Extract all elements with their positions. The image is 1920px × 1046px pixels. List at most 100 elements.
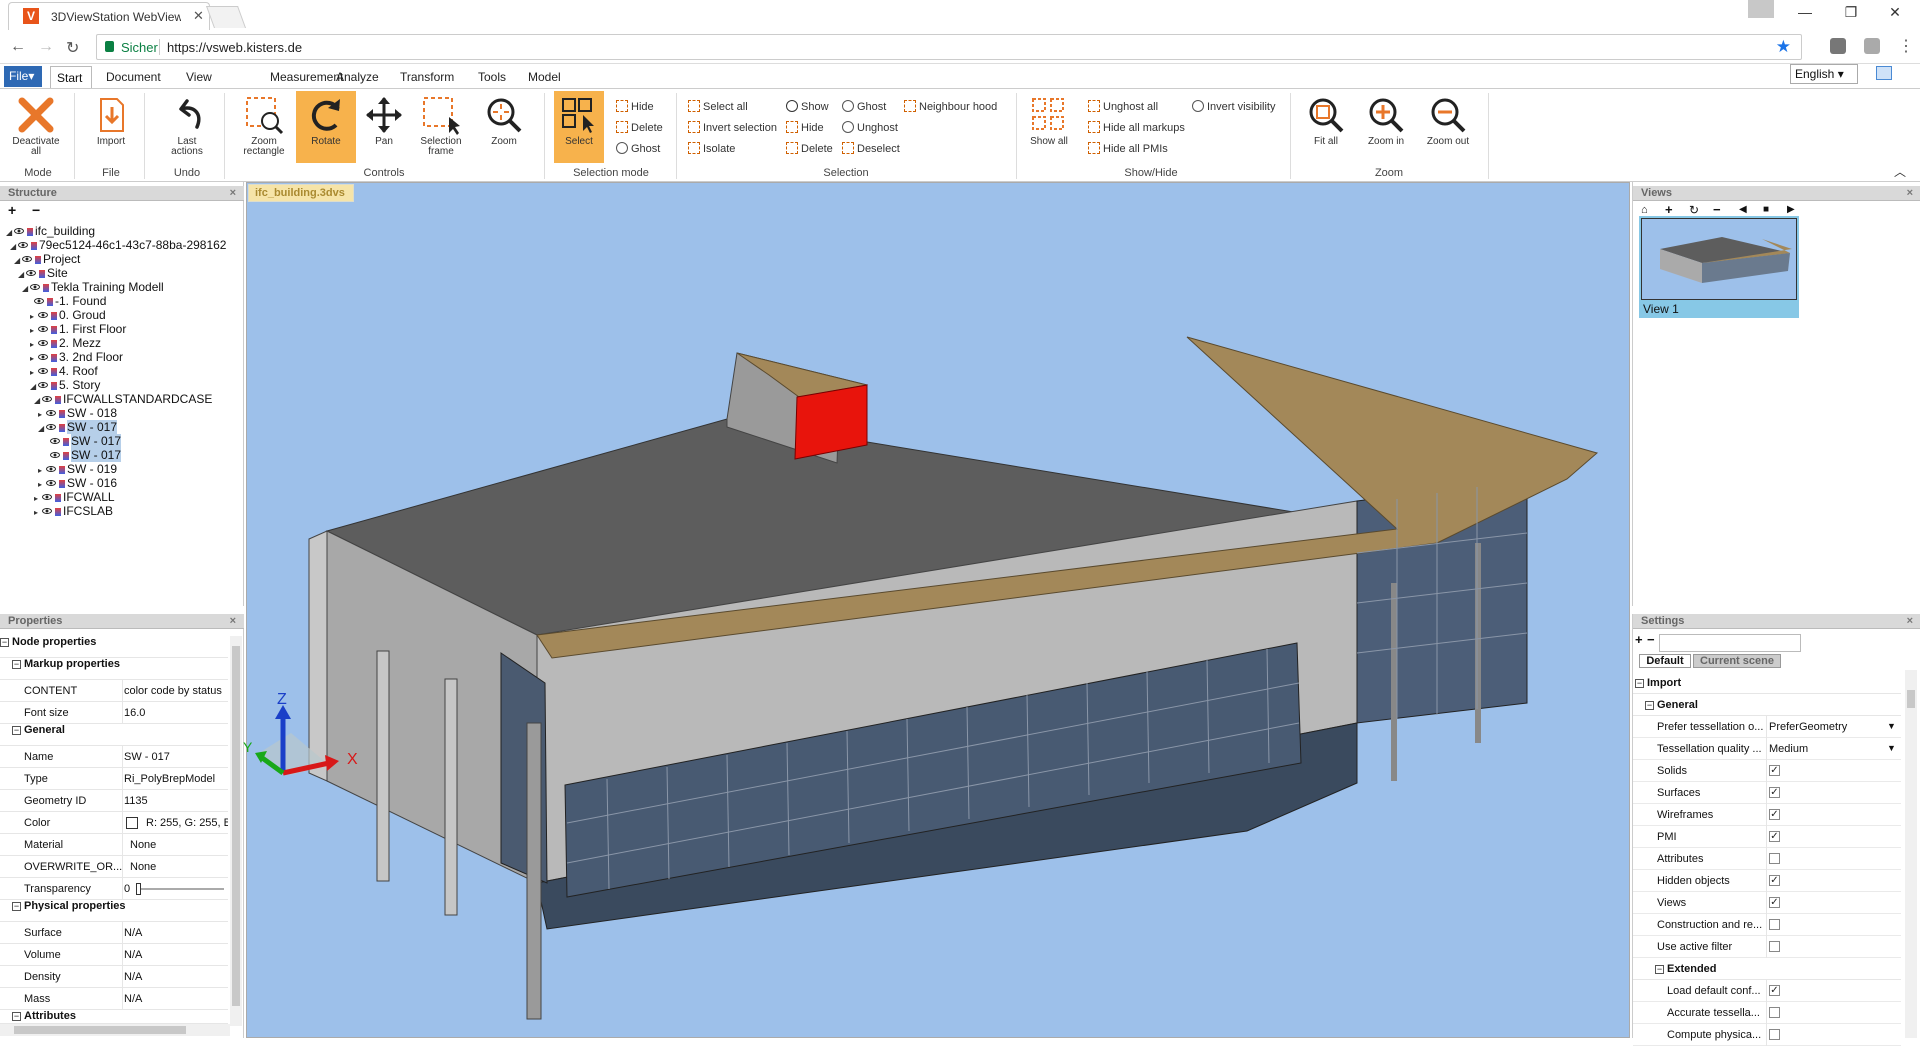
rotate-button[interactable]: Rotate bbox=[296, 91, 356, 163]
expand-arrow-icon[interactable]: ▸ bbox=[34, 506, 42, 520]
tab-tools[interactable]: Tools bbox=[472, 70, 512, 84]
eye-icon[interactable] bbox=[42, 508, 52, 514]
tree-node[interactable]: ▸ 1. First Floor bbox=[30, 322, 126, 336]
ghost-button[interactable]: Ghost bbox=[842, 99, 886, 115]
image-icon[interactable] bbox=[1876, 66, 1892, 80]
eye-icon[interactable] bbox=[38, 382, 48, 388]
tree-node[interactable]: -1. Found bbox=[26, 294, 106, 308]
tab-current-scene[interactable]: Current scene bbox=[1693, 654, 1781, 668]
settings-scrollbar[interactable] bbox=[1905, 670, 1917, 1038]
profile-icon[interactable] bbox=[1748, 0, 1774, 18]
hide-button[interactable]: Hide bbox=[786, 120, 824, 136]
tree-node[interactable]: ▸ SW - 018 bbox=[38, 406, 117, 420]
tree-node[interactable]: ▸ IFCSLAB bbox=[34, 504, 113, 518]
remove-view-icon[interactable]: − bbox=[1713, 202, 1721, 217]
setting-checkbox[interactable] bbox=[1769, 941, 1780, 952]
tree-node[interactable]: ▸ IFCWALL bbox=[34, 490, 115, 504]
browser-tab[interactable]: V 3DViewStation WebViewer ✕ bbox=[8, 2, 210, 30]
tab-view[interactable]: View bbox=[180, 70, 218, 84]
select-all-button[interactable]: Select all bbox=[688, 99, 748, 115]
setting-checkbox[interactable]: ✓ bbox=[1769, 985, 1780, 996]
tree-node[interactable]: ◢ 79ec5124-46c1-43c7-88ba-298162 bbox=[10, 238, 226, 252]
color-swatch[interactable] bbox=[126, 817, 138, 829]
puzzle-icon[interactable] bbox=[1864, 38, 1880, 54]
properties-h-scrollbar[interactable] bbox=[0, 1024, 230, 1036]
eye-icon[interactable] bbox=[34, 298, 44, 304]
tree-node[interactable]: ▸ 0. Groud bbox=[30, 308, 106, 322]
eye-icon[interactable] bbox=[26, 270, 36, 276]
tree-node[interactable]: SW - 017 bbox=[42, 434, 122, 448]
eye-icon[interactable] bbox=[22, 256, 32, 262]
tab-document[interactable]: Document bbox=[100, 70, 167, 84]
eye-icon[interactable] bbox=[50, 438, 60, 444]
eye-icon[interactable] bbox=[46, 424, 56, 430]
tab-transform[interactable]: Transform bbox=[394, 70, 460, 84]
fit-all-button[interactable]: Fit all bbox=[1302, 95, 1350, 147]
physical-properties-section[interactable]: − Physical properties bbox=[0, 900, 228, 922]
setting-checkbox[interactable] bbox=[1769, 1029, 1780, 1040]
zoom-rectangle-button[interactable]: Zoom rectangle bbox=[238, 95, 290, 157]
eye-icon[interactable] bbox=[38, 340, 48, 346]
setting-checkbox[interactable]: ✓ bbox=[1769, 787, 1780, 798]
properties-scrollbar[interactable] bbox=[230, 636, 242, 1026]
prefer-select[interactable]: PreferGeometry bbox=[1769, 721, 1847, 733]
delete-mode-button[interactable]: Delete bbox=[616, 120, 663, 136]
deselect-button[interactable]: Deselect bbox=[842, 141, 900, 157]
select-mode-button[interactable]: Select bbox=[554, 91, 604, 163]
tab-default[interactable]: Default bbox=[1639, 654, 1691, 668]
tab-model[interactable]: Model bbox=[522, 70, 567, 84]
zoom-out-button[interactable]: Zoom out bbox=[1420, 95, 1476, 147]
eye-icon[interactable] bbox=[38, 354, 48, 360]
add-setting-icon[interactable]: + bbox=[1635, 632, 1643, 647]
transparency-slider[interactable] bbox=[136, 888, 224, 890]
pan-button[interactable]: Pan bbox=[360, 95, 408, 147]
tree-node[interactable]: ◢ Tekla Training Modell bbox=[22, 280, 164, 294]
close-icon[interactable]: × bbox=[1907, 187, 1913, 199]
tree-node[interactable]: ▸ SW - 019 bbox=[38, 462, 117, 476]
chevron-down-icon[interactable]: ▼ bbox=[1887, 743, 1896, 753]
setting-checkbox[interactable] bbox=[1769, 853, 1780, 864]
hide-all-pmis-button[interactable]: Hide all PMIs bbox=[1088, 141, 1168, 157]
extended-section[interactable]: − Extended bbox=[1633, 958, 1901, 980]
hide-all-markups-button[interactable]: Hide all markups bbox=[1088, 120, 1185, 136]
tree-node[interactable]: SW - 017 bbox=[42, 448, 122, 462]
tree-node[interactable]: ◢ 5. Story bbox=[30, 378, 100, 392]
previous-icon[interactable]: ◀ bbox=[1739, 204, 1747, 215]
eye-icon[interactable] bbox=[42, 494, 52, 500]
invert-visibility-button[interactable]: Invert visibility bbox=[1192, 99, 1275, 115]
tab-start[interactable]: Start bbox=[50, 66, 92, 88]
tree-node[interactable]: ◢ Project bbox=[14, 252, 80, 266]
close-window-icon[interactable]: ✕ bbox=[1880, 4, 1910, 21]
zoom-button[interactable]: Zoom bbox=[480, 95, 528, 147]
stop-icon[interactable]: ■ bbox=[1763, 204, 1769, 215]
minimize-icon[interactable]: — bbox=[1790, 4, 1820, 20]
new-tab-button[interactable] bbox=[205, 6, 247, 28]
delete-button[interactable]: Delete bbox=[786, 141, 833, 157]
restore-icon[interactable]: ❐ bbox=[1836, 4, 1866, 21]
eye-icon[interactable] bbox=[14, 228, 24, 234]
bookmark-star-icon[interactable]: ★ bbox=[1776, 37, 1791, 57]
eye-icon[interactable] bbox=[42, 396, 52, 402]
view-thumbnail-item[interactable]: View 1 bbox=[1639, 216, 1799, 318]
ghost-mode-button[interactable]: Ghost bbox=[616, 141, 660, 157]
setting-checkbox[interactable] bbox=[1769, 1007, 1780, 1018]
show-button[interactable]: Show bbox=[786, 99, 829, 115]
eye-icon[interactable] bbox=[46, 480, 56, 486]
home-icon[interactable]: ⌂ bbox=[1641, 204, 1648, 216]
tree-node[interactable]: ▸ SW - 016 bbox=[38, 476, 117, 490]
tree-node[interactable]: ◢ Site bbox=[18, 266, 68, 280]
close-icon[interactable]: × bbox=[1907, 615, 1913, 627]
quality-select[interactable]: Medium bbox=[1769, 743, 1808, 755]
browser-menu-icon[interactable]: ⋮ bbox=[1898, 36, 1914, 56]
chevron-down-icon[interactable]: ▼ bbox=[1887, 721, 1896, 731]
selection-frame-button[interactable]: Selection frame bbox=[414, 95, 468, 157]
url-field[interactable]: Sicher https://vsweb.kisters.de ★ bbox=[96, 34, 1802, 60]
eye-icon[interactable] bbox=[50, 452, 60, 458]
neighbourhood-button[interactable]: Neighbour hood bbox=[904, 99, 997, 115]
invert-selection-button[interactable]: Invert selection bbox=[688, 120, 777, 136]
eye-icon[interactable] bbox=[30, 284, 40, 290]
close-icon[interactable]: × bbox=[230, 187, 236, 199]
tab-analyze[interactable]: Analyze bbox=[330, 70, 385, 84]
file-menu-button[interactable]: File▾ bbox=[4, 66, 42, 87]
isolate-button[interactable]: Isolate bbox=[688, 141, 735, 157]
